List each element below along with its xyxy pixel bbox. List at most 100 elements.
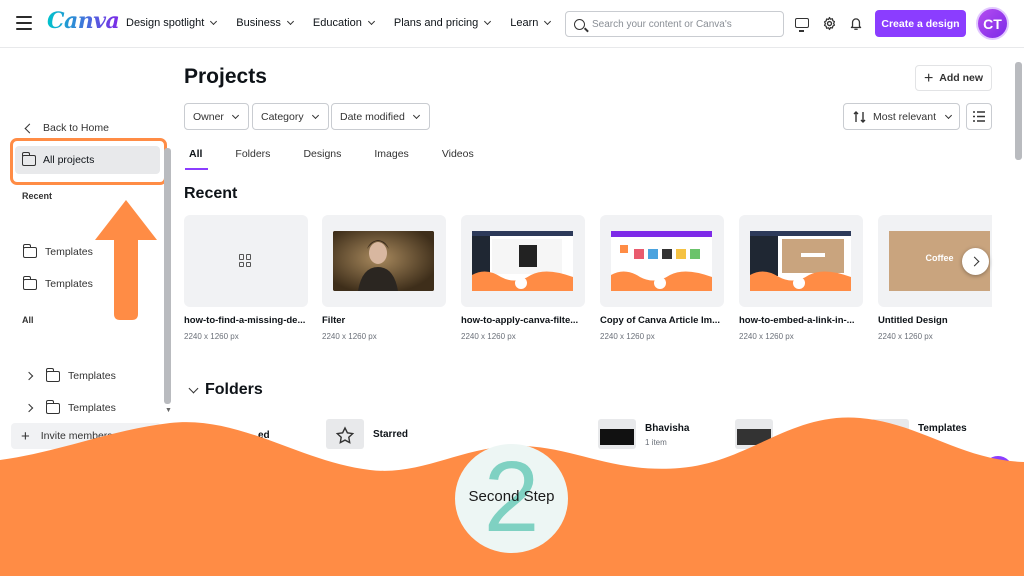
design-card[interactable]: Copy of Canva Article Im... 2240 x 1260 … [600, 215, 724, 341]
design-name: Filter [322, 315, 346, 326]
sidebar-scrollbar[interactable]: ▲ ▼ [163, 50, 172, 420]
sidebar-item-all-templates[interactable]: Templates [24, 367, 116, 382]
folder-thumbnail [871, 419, 909, 449]
design-size: 2240 x 1260 px [461, 332, 516, 341]
folder-card-partial[interactable] [735, 419, 773, 449]
create-design-button[interactable]: Create a design [875, 10, 966, 37]
invite-members-button[interactable]: + Invite members [11, 423, 161, 449]
carousel-next-button[interactable] [962, 248, 989, 275]
recent-section-title: Recent [184, 185, 238, 202]
design-name: how-to-embed-a-link-in-... [739, 315, 855, 326]
sidebar-item-label: Templates [68, 402, 116, 414]
design-thumbnail[interactable] [461, 215, 585, 307]
sidebar-item-label: Templates [45, 278, 93, 290]
search-input[interactable] [592, 18, 772, 30]
folder-preview-image [600, 429, 634, 445]
search-box[interactable] [565, 11, 784, 37]
folder-icon [45, 399, 60, 414]
back-to-home-link[interactable]: Back to Home [24, 122, 109, 134]
notifications-bell-icon[interactable] [848, 15, 864, 31]
folder-card-starred[interactable]: Starred [326, 419, 408, 449]
tabs: All Folders Designs Images Videos [184, 148, 507, 170]
canva-logo[interactable]: Canva [47, 8, 120, 34]
design-card[interactable]: Filter 2240 x 1260 px [322, 215, 446, 341]
design-card[interactable]: how-to-find-a-missing-de... 2240 x 1260 … [184, 215, 308, 341]
invite-label: Invite members [40, 430, 113, 442]
design-thumbnail[interactable] [739, 215, 863, 307]
nav-learn[interactable]: Learn [510, 17, 552, 29]
tutorial-screenshot-image [750, 231, 851, 291]
list-view-icon[interactable] [966, 103, 992, 130]
folder-thumbnail [735, 419, 773, 449]
folder-card-bhavisha[interactable]: Bhavisha 1 item [598, 419, 689, 449]
sidebar-item-recent-templates[interactable]: Templates [22, 243, 93, 258]
back-label: Back to Home [43, 122, 109, 134]
plus-icon: + [21, 427, 30, 445]
main-nav: Design spotlight Business Education Plan… [126, 17, 552, 29]
nav-business[interactable]: Business [236, 17, 294, 29]
settings-gear-icon[interactable] [821, 15, 837, 31]
chevron-right-icon[interactable] [24, 371, 34, 381]
scroll-down-icon[interactable]: ▼ [165, 407, 172, 414]
help-button[interactable]: ? [983, 456, 1013, 486]
filter-label: Category [261, 110, 304, 123]
chevron-right-icon[interactable] [24, 403, 34, 413]
design-size: 2240 x 1260 px [878, 332, 933, 341]
tab-images[interactable]: Images [374, 148, 408, 170]
folder-thumbnail [326, 419, 364, 449]
search-icon [574, 18, 585, 30]
design-card[interactable]: how-to-apply-canva-filte... 2240 x 1260 … [461, 215, 585, 341]
nav-plans-pricing[interactable]: Plans and pricing [394, 17, 492, 29]
tab-folders[interactable]: Folders [235, 148, 270, 170]
screen: Canva Design spotlight Business Educatio… [0, 0, 1024, 576]
sidebar-item-recent-templates[interactable]: Templates [22, 275, 93, 290]
filter-label: Owner [193, 110, 224, 123]
scrollbar-thumb[interactable] [1015, 62, 1022, 160]
sort-dropdown[interactable]: Most relevant [843, 103, 960, 130]
section-recent-label: Recent [22, 191, 53, 201]
plus-icon: + [923, 69, 934, 87]
design-name: how-to-apply-canva-filte... [461, 315, 579, 326]
filter-date-modified[interactable]: Date modified [331, 103, 430, 130]
folder-name: Bhavisha [645, 423, 690, 434]
sidebar-item-all-templates[interactable]: Templates [24, 399, 116, 414]
folder-icon [45, 367, 60, 382]
nav-education[interactable]: Education [313, 17, 375, 29]
chevron-down-icon [231, 111, 239, 119]
folder-card-partial[interactable]: ed [243, 419, 270, 441]
main-scrollbar[interactable] [1013, 52, 1023, 452]
sort-label: Most relevant [873, 110, 937, 123]
folders-section-title: Folders [205, 381, 263, 398]
tutorial-screenshot-image [611, 231, 712, 291]
chevron-down-icon [210, 17, 218, 26]
recent-designs-carousel: how-to-find-a-missing-de... 2240 x 1260 … [184, 215, 992, 345]
design-thumbnail[interactable] [600, 215, 724, 307]
tab-designs[interactable]: Designs [303, 148, 341, 170]
folder-name: ed [258, 430, 270, 441]
add-new-button[interactable]: + Add new [915, 65, 992, 91]
section-all-label: All [22, 315, 34, 325]
folder-card-templates[interactable]: Templates 1 item [871, 419, 967, 449]
scrollbar-thumb[interactable] [164, 148, 171, 404]
filter-category[interactable]: Category [252, 103, 329, 130]
top-bar: Canva Design spotlight Business Educatio… [0, 0, 1024, 48]
folder-count: 1 item [918, 438, 940, 447]
desktop-app-icon[interactable] [794, 15, 810, 32]
chevron-right-icon [969, 256, 979, 267]
nav-design-spotlight[interactable]: Design spotlight [126, 17, 218, 29]
folder-name: Starred [373, 429, 409, 440]
design-card[interactable]: how-to-embed-a-link-in-... 2240 x 1260 p… [739, 215, 863, 341]
design-size: 2240 x 1260 px [322, 332, 377, 341]
folder-icon [22, 243, 37, 258]
design-thumbnail[interactable] [184, 215, 308, 307]
design-card[interactable]: Coffee Untitled Design 2240 x 1260 px [878, 215, 992, 341]
avatar[interactable]: CT [976, 7, 1009, 40]
filter-owner[interactable]: Owner [184, 103, 249, 130]
design-name: Untitled Design [878, 315, 948, 326]
tab-all[interactable]: All [184, 148, 210, 170]
menu-icon[interactable] [16, 16, 32, 30]
design-thumbnail[interactable] [322, 215, 446, 307]
tab-videos[interactable]: Videos [442, 148, 474, 170]
collapse-folders-icon[interactable] [188, 383, 199, 394]
chevron-down-icon [944, 111, 953, 119]
